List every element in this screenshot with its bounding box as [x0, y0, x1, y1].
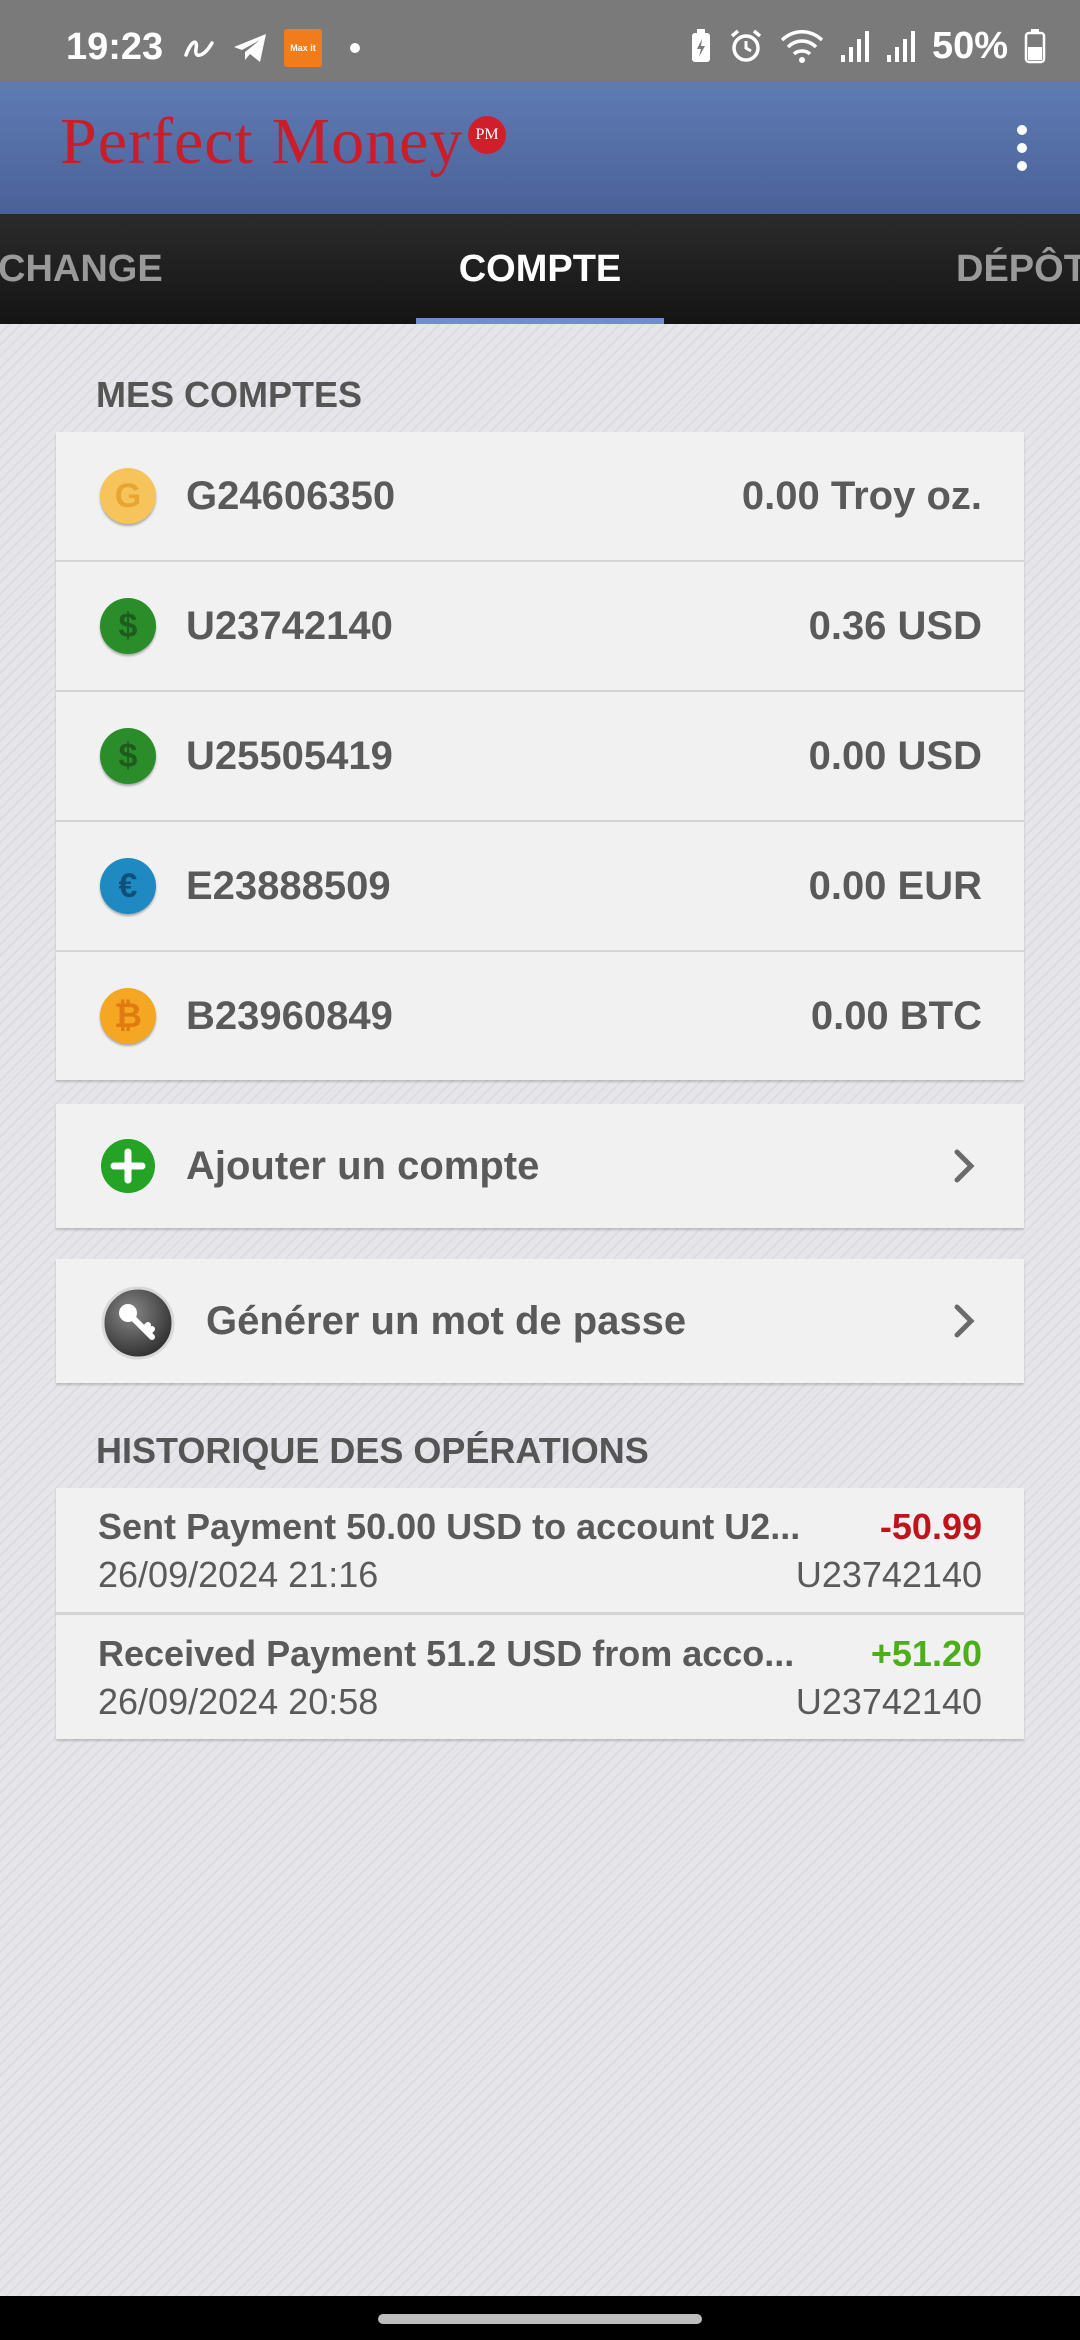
add-account-label: Ajouter un compte — [186, 1143, 540, 1188]
account-balance: 0.36 USD — [808, 603, 982, 648]
account-row[interactable]: € E23888509 0.00 EUR — [56, 822, 1024, 952]
app-bar: Perfect Money PM — [0, 82, 1080, 214]
battery-percentage: 50% — [931, 24, 1008, 67]
home-gesture-handle[interactable] — [378, 2314, 702, 2324]
history-row[interactable]: Sent Payment 50.00 USD to account U2... … — [56, 1488, 1024, 1615]
history-list: Sent Payment 50.00 USD to account U2... … — [56, 1488, 1024, 1739]
tab-change[interactable]: CHANGE — [0, 214, 163, 324]
max-it-app-icon: Max it — [284, 29, 322, 67]
account-row[interactable]: $ U25505419 0.00 USD — [56, 692, 1024, 822]
history-description: Sent Payment 50.00 USD to account U2... — [98, 1506, 801, 1547]
history-amount: +51.20 — [870, 1633, 982, 1674]
account-id: B23960849 — [186, 993, 393, 1038]
logo-badge: PM — [468, 116, 506, 154]
account-row[interactable]: G G24606350 0.00 Troy oz. — [56, 432, 1024, 562]
dollar-coin-icon: $ — [100, 728, 156, 784]
app-logo: Perfect Money — [60, 105, 464, 178]
tab-bar: CHANGE COMPTE DÉPÔT — [0, 214, 1080, 324]
overflow-menu-icon[interactable] — [984, 108, 1060, 188]
system-navigation-bar — [0, 2296, 1080, 2340]
status-left-icons: Max it — [182, 28, 360, 68]
bitcoin-coin-icon: ₿ — [100, 988, 156, 1044]
history-account: U23742140 — [795, 1554, 982, 1595]
account-id: E23888509 — [186, 863, 391, 908]
telegram-icon — [234, 34, 266, 62]
account-id: U23742140 — [186, 603, 393, 648]
history-account: U23742140 — [795, 1681, 982, 1722]
dollar-coin-icon: $ — [100, 598, 156, 654]
accounts-list: G G24606350 0.00 Troy oz. $ U23742140 0.… — [56, 432, 1024, 1080]
account-row[interactable]: ₿ B23960849 0.00 BTC — [56, 952, 1024, 1080]
content-area: MES COMPTES G G24606350 0.00 Troy oz. $ … — [0, 324, 1080, 2296]
key-icon — [101, 1286, 175, 1360]
tab-compte[interactable]: COMPTE — [416, 214, 664, 324]
generate-password-button[interactable]: Générer un mot de passe — [56, 1259, 1024, 1383]
dot-icon — [350, 43, 360, 53]
signal-icon — [840, 31, 869, 62]
status-right: 50% — [690, 24, 1046, 68]
history-description: Received Payment 51.2 USD from acco... — [98, 1633, 795, 1674]
status-bar: 19:23 Max it 50% — [0, 0, 1080, 82]
account-id: U25505419 — [186, 733, 393, 778]
chevron-right-icon — [954, 1304, 975, 1338]
account-balance: 0.00 Troy oz. — [741, 473, 982, 518]
gold-coin-icon: G — [100, 468, 156, 524]
euro-coin-icon: € — [100, 858, 156, 914]
status-time: 19:23 — [66, 26, 164, 68]
tab-depot[interactable]: DÉPÔT — [956, 214, 1080, 324]
account-id: G24606350 — [186, 473, 396, 518]
accounts-section-title: MES COMPTES — [96, 374, 363, 415]
chevron-right-icon — [954, 1149, 975, 1183]
add-account-button[interactable]: Ajouter un compte — [56, 1104, 1024, 1228]
account-row[interactable]: $ U23742140 0.36 USD — [56, 562, 1024, 692]
history-amount: -50.99 — [879, 1506, 982, 1547]
add-circle-icon — [101, 1139, 155, 1193]
battery-saver-icon — [691, 29, 710, 62]
app-badge-text: Max it — [290, 43, 316, 53]
history-date: 26/09/2024 21:16 — [98, 1554, 379, 1595]
link-icon — [184, 40, 214, 57]
wifi-icon — [780, 30, 824, 63]
generate-password-label: Générer un mot de passe — [206, 1298, 687, 1343]
signal-icon — [886, 31, 915, 62]
account-balance: 0.00 EUR — [808, 863, 982, 908]
account-balance: 0.00 USD — [808, 733, 982, 778]
alarm-icon — [730, 29, 762, 62]
history-section-title: HISTORIQUE DES OPÉRATIONS — [96, 1430, 649, 1471]
account-balance: 0.00 BTC — [810, 993, 982, 1038]
battery-icon — [1024, 29, 1046, 64]
history-row[interactable]: Received Payment 51.2 USD from acco... +… — [56, 1615, 1024, 1739]
history-date: 26/09/2024 20:58 — [98, 1681, 379, 1722]
